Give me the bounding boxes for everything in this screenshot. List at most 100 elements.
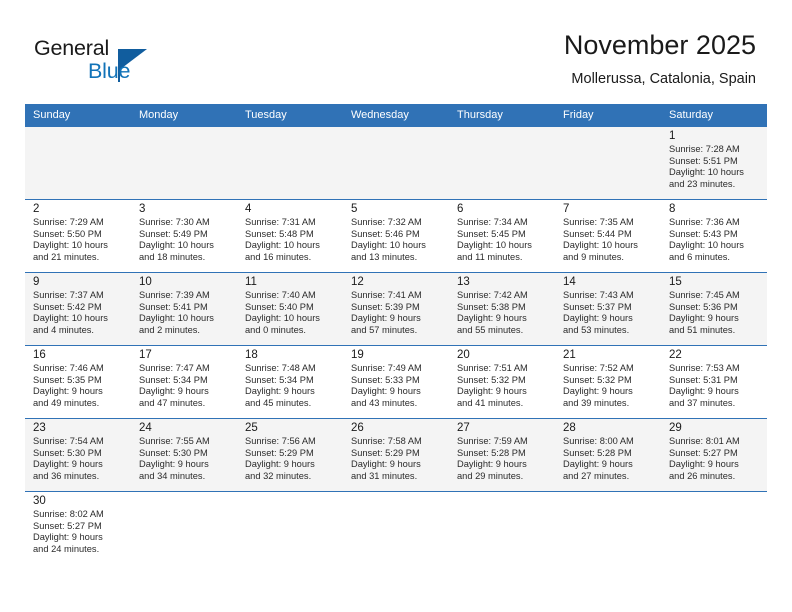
- sunset-text: Sunset: 5:51 PM: [669, 155, 738, 166]
- day-cell-inner: [131, 127, 237, 199]
- calendar-day-cell[interactable]: 13 Sunrise: 7:42 AM Sunset: 5:38 PM Dayligh…: [449, 272, 555, 346]
- daylight-text-line1: Daylight: 9 hours: [139, 386, 209, 397]
- sunrise-text: Sunrise: 7:58 AM: [351, 436, 422, 446]
- day-info: Sunrise: 7:43 AM Sunset: 5:37 PM Daylight:…: [563, 290, 655, 336]
- day-cell-inner: 21 Sunrise: 7:52 AM Sunset: 5:32 PM Dayligh…: [555, 346, 661, 418]
- sunrise-text: Sunrise: 7:45 AM: [669, 290, 740, 300]
- sunset-text: Sunset: 5:49 PM: [139, 228, 208, 239]
- calendar-week-row: 23 Sunrise: 7:54 AM Sunset: 5:30 PM Dayligh…: [25, 418, 767, 492]
- calendar-day-cell[interactable]: 11 Sunrise: 7:40 AM Sunset: 5:40 PM Dayligh…: [237, 272, 343, 346]
- sunset-text: Sunset: 5:29 PM: [245, 447, 314, 458]
- sunset-text: Sunset: 5:31 PM: [669, 374, 738, 385]
- calendar-day-cell[interactable]: 4 Sunrise: 7:31 AM Sunset: 5:48 PM Daylight…: [237, 199, 343, 273]
- daylight-text-line1: Daylight: 9 hours: [669, 313, 739, 324]
- daylight-text-line2: and 6 minutes.: [669, 251, 730, 262]
- calendar-day-cell[interactable]: 17 Sunrise: 7:47 AM Sunset: 5:34 PM Dayligh…: [131, 345, 237, 419]
- day-cell-inner: 22 Sunrise: 7:53 AM Sunset: 5:31 PM Dayligh…: [661, 346, 767, 418]
- day-number: 25: [245, 422, 258, 434]
- calendar-day-cell[interactable]: 10 Sunrise: 7:39 AM Sunset: 5:41 PM Dayligh…: [131, 272, 237, 346]
- calendar-day-cell[interactable]: 14 Sunrise: 7:43 AM Sunset: 5:37 PM Dayligh…: [555, 272, 661, 346]
- calendar-day-cell[interactable]: 23 Sunrise: 7:54 AM Sunset: 5:30 PM Dayligh…: [25, 418, 131, 492]
- daylight-text-line1: Daylight: 9 hours: [245, 386, 315, 397]
- calendar-day-cell[interactable]: 15 Sunrise: 7:45 AM Sunset: 5:36 PM Dayligh…: [661, 272, 767, 346]
- sunrise-text: Sunrise: 7:35 AM: [563, 217, 634, 227]
- calendar-empty-cell: [449, 126, 555, 200]
- calendar-day-cell[interactable]: 29 Sunrise: 8:01 AM Sunset: 5:27 PM Dayligh…: [661, 418, 767, 492]
- sunset-text: Sunset: 5:29 PM: [351, 447, 420, 458]
- calendar-day-cell[interactable]: 22 Sunrise: 7:53 AM Sunset: 5:31 PM Dayligh…: [661, 345, 767, 419]
- day-cell-inner: [237, 127, 343, 199]
- sunrise-text: Sunrise: 7:56 AM: [245, 436, 316, 446]
- daylight-text-line2: and 41 minutes.: [457, 397, 524, 408]
- daylight-text-line2: and 37 minutes.: [669, 397, 736, 408]
- calendar-day-cell[interactable]: 18 Sunrise: 7:48 AM Sunset: 5:34 PM Dayligh…: [237, 345, 343, 419]
- day-number: 22: [669, 349, 682, 361]
- weekday-header-friday: Friday: [555, 104, 661, 127]
- daylight-text-line1: Daylight: 9 hours: [457, 459, 527, 470]
- weekday-header-tuesday: Tuesday: [237, 104, 343, 127]
- calendar-day-cell[interactable]: 26 Sunrise: 7:58 AM Sunset: 5:29 PM Dayligh…: [343, 418, 449, 492]
- daylight-text-line1: Daylight: 10 hours: [563, 240, 638, 251]
- day-info: Sunrise: 7:37 AM Sunset: 5:42 PM Daylight:…: [33, 290, 125, 336]
- day-cell-inner: 11 Sunrise: 7:40 AM Sunset: 5:40 PM Dayligh…: [237, 273, 343, 345]
- daylight-text-line2: and 31 minutes.: [351, 470, 418, 481]
- sunrise-text: Sunrise: 8:00 AM: [563, 436, 634, 446]
- calendar-empty-cell: [449, 491, 555, 564]
- day-info: Sunrise: 7:41 AM Sunset: 5:39 PM Daylight:…: [351, 290, 443, 336]
- calendar-day-cell[interactable]: 16 Sunrise: 7:46 AM Sunset: 5:35 PM Dayligh…: [25, 345, 131, 419]
- day-cell-inner: 12 Sunrise: 7:41 AM Sunset: 5:39 PM Dayligh…: [343, 273, 449, 345]
- sunrise-text: Sunrise: 7:53 AM: [669, 363, 740, 373]
- daylight-text-line1: Daylight: 9 hours: [669, 386, 739, 397]
- calendar-day-cell[interactable]: 6 Sunrise: 7:34 AM Sunset: 5:45 PM Daylight…: [449, 199, 555, 273]
- calendar-day-cell[interactable]: 3 Sunrise: 7:30 AM Sunset: 5:49 PM Daylight…: [131, 199, 237, 273]
- calendar-day-cell[interactable]: 20 Sunrise: 7:51 AM Sunset: 5:32 PM Dayligh…: [449, 345, 555, 419]
- day-info: Sunrise: 7:36 AM Sunset: 5:43 PM Daylight:…: [669, 217, 761, 263]
- sunrise-text: Sunrise: 7:55 AM: [139, 436, 210, 446]
- calendar-day-cell[interactable]: 5 Sunrise: 7:32 AM Sunset: 5:46 PM Daylight…: [343, 199, 449, 273]
- calendar-day-cell[interactable]: 7 Sunrise: 7:35 AM Sunset: 5:44 PM Daylight…: [555, 199, 661, 273]
- day-info: Sunrise: 7:29 AM Sunset: 5:50 PM Daylight:…: [33, 217, 125, 263]
- day-info: Sunrise: 7:45 AM Sunset: 5:36 PM Daylight:…: [669, 290, 761, 336]
- sunset-text: Sunset: 5:32 PM: [563, 374, 632, 385]
- day-info: Sunrise: 7:42 AM Sunset: 5:38 PM Daylight:…: [457, 290, 549, 336]
- day-number: 1: [669, 130, 676, 142]
- calendar-day-cell[interactable]: 21 Sunrise: 7:52 AM Sunset: 5:32 PM Dayligh…: [555, 345, 661, 419]
- day-cell-inner: 1 Sunrise: 7:28 AM Sunset: 5:51 PM Daylight…: [661, 127, 767, 199]
- sunrise-text: Sunrise: 7:32 AM: [351, 217, 422, 227]
- sunrise-text: Sunrise: 7:42 AM: [457, 290, 528, 300]
- brand-logo[interactable]: General Blue: [34, 36, 234, 92]
- day-cell-inner: 5 Sunrise: 7:32 AM Sunset: 5:46 PM Daylight…: [343, 200, 449, 272]
- calendar-day-cell[interactable]: 12 Sunrise: 7:41 AM Sunset: 5:39 PM Dayligh…: [343, 272, 449, 346]
- day-number: 7: [563, 203, 570, 215]
- sunrise-text: Sunrise: 7:41 AM: [351, 290, 422, 300]
- day-number: 19: [351, 349, 364, 361]
- calendar-week-row: 9 Sunrise: 7:37 AM Sunset: 5:42 PM Daylight…: [25, 272, 767, 346]
- day-cell-inner: 6 Sunrise: 7:34 AM Sunset: 5:45 PM Daylight…: [449, 200, 555, 272]
- calendar-day-cell[interactable]: 30 Sunrise: 8:02 AM Sunset: 5:27 PM Dayligh…: [25, 491, 131, 564]
- calendar-day-cell[interactable]: 9 Sunrise: 7:37 AM Sunset: 5:42 PM Daylight…: [25, 272, 131, 346]
- day-number: 27: [457, 422, 470, 434]
- calendar-day-cell[interactable]: 1 Sunrise: 7:28 AM Sunset: 5:51 PM Daylight…: [661, 126, 767, 200]
- calendar-day-cell[interactable]: 8 Sunrise: 7:36 AM Sunset: 5:43 PM Daylight…: [661, 199, 767, 273]
- calendar-day-cell[interactable]: 27 Sunrise: 7:59 AM Sunset: 5:28 PM Dayligh…: [449, 418, 555, 492]
- day-cell-inner: 14 Sunrise: 7:43 AM Sunset: 5:37 PM Dayligh…: [555, 273, 661, 345]
- day-cell-inner: 16 Sunrise: 7:46 AM Sunset: 5:35 PM Dayligh…: [25, 346, 131, 418]
- sunrise-text: Sunrise: 7:54 AM: [33, 436, 104, 446]
- calendar-empty-cell: [237, 491, 343, 564]
- calendar-day-cell[interactable]: 19 Sunrise: 7:49 AM Sunset: 5:33 PM Dayligh…: [343, 345, 449, 419]
- day-cell-inner: 23 Sunrise: 7:54 AM Sunset: 5:30 PM Dayligh…: [25, 419, 131, 491]
- day-info: Sunrise: 7:40 AM Sunset: 5:40 PM Daylight:…: [245, 290, 337, 336]
- daylight-text-line1: Daylight: 10 hours: [245, 313, 320, 324]
- sunrise-text: Sunrise: 7:43 AM: [563, 290, 634, 300]
- calendar-day-cell[interactable]: 2 Sunrise: 7:29 AM Sunset: 5:50 PM Daylight…: [25, 199, 131, 273]
- brand-name-general: General: [34, 36, 110, 60]
- daylight-text-line1: Daylight: 10 hours: [33, 240, 108, 251]
- day-number: 8: [669, 203, 676, 215]
- daylight-text-line1: Daylight: 9 hours: [457, 386, 527, 397]
- calendar-day-cell[interactable]: 28 Sunrise: 8:00 AM Sunset: 5:28 PM Dayligh…: [555, 418, 661, 492]
- calendar-day-cell[interactable]: 24 Sunrise: 7:55 AM Sunset: 5:30 PM Dayligh…: [131, 418, 237, 492]
- calendar-day-cell[interactable]: 25 Sunrise: 7:56 AM Sunset: 5:29 PM Dayligh…: [237, 418, 343, 492]
- sunrise-text: Sunrise: 7:30 AM: [139, 217, 210, 227]
- daylight-text-line2: and 36 minutes.: [33, 470, 100, 481]
- calendar-body: 1 Sunrise: 7:28 AM Sunset: 5:51 PM Daylight…: [25, 126, 767, 564]
